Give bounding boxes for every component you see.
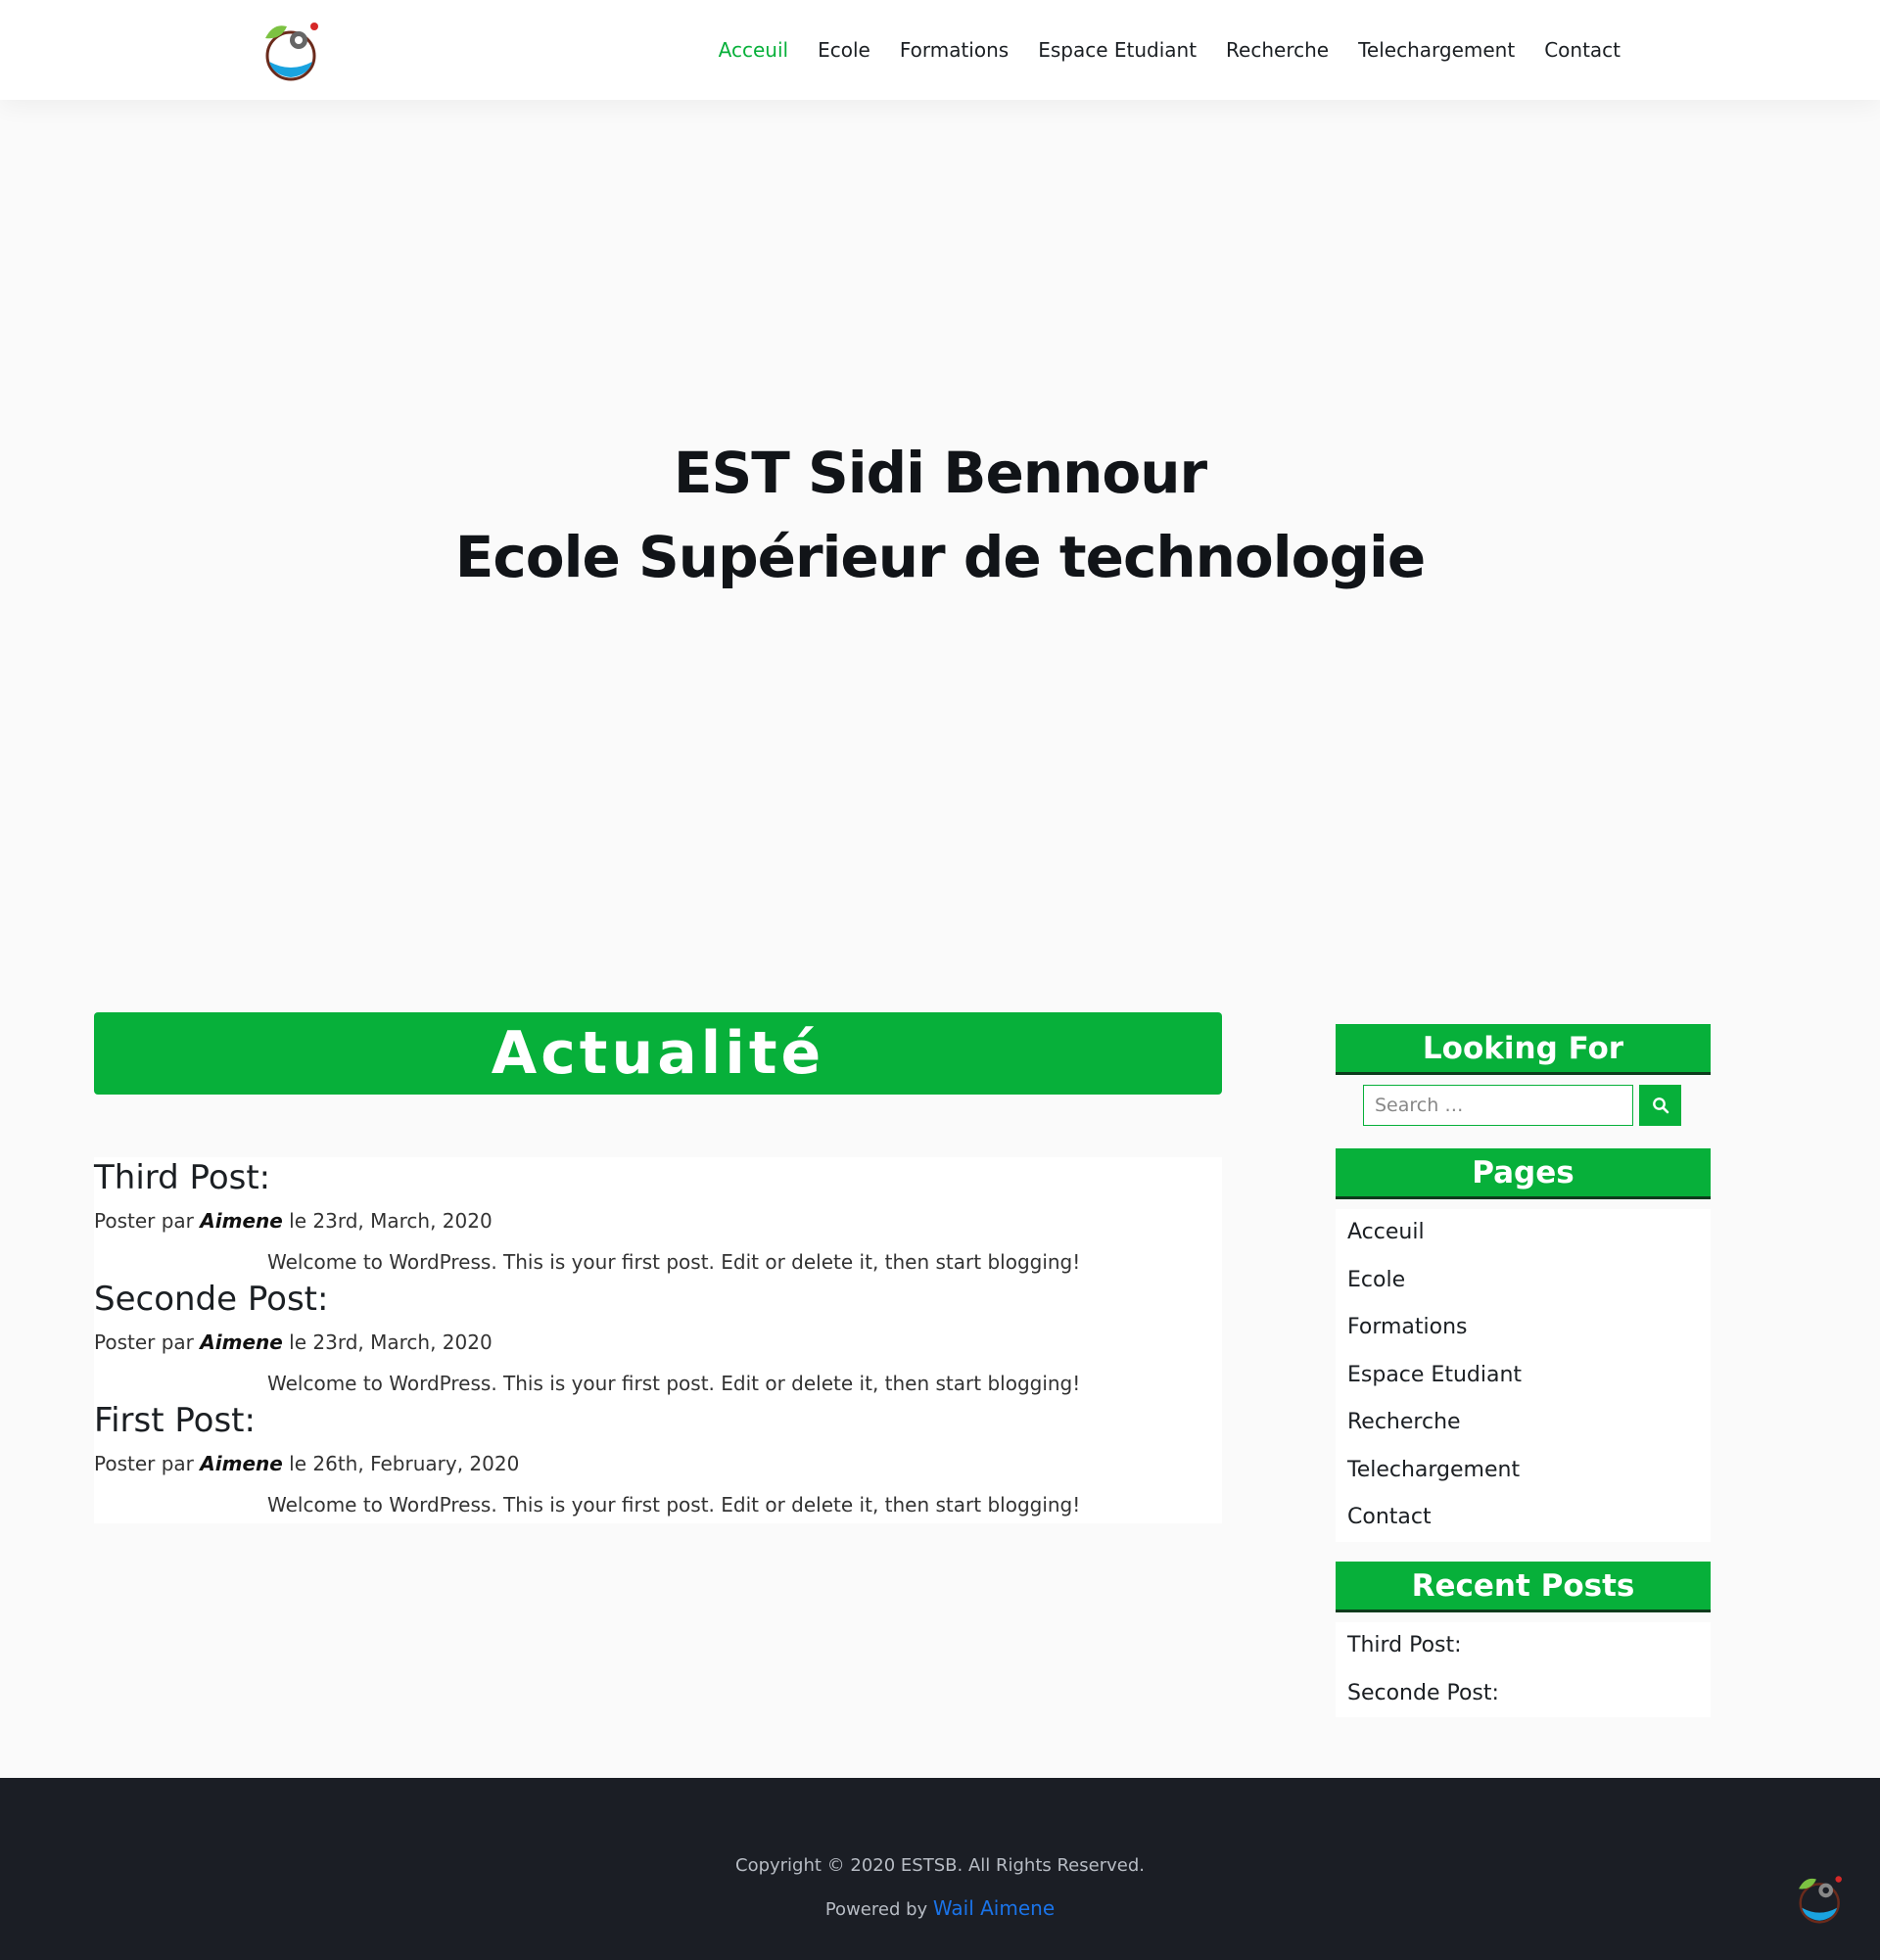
search-form <box>1363 1085 1681 1126</box>
news-banner-title: Actualité <box>491 1019 825 1088</box>
post-item: Third Post: Poster par Aimene le 23rd, M… <box>94 1157 1222 1279</box>
pages-item-formations[interactable]: Formations <box>1336 1304 1711 1352</box>
pages-list: Acceuil Ecole Formations Espace Etudiant… <box>1336 1209 1711 1542</box>
post-meta-prefix: Poster par <box>94 1209 194 1233</box>
pages-item-ecole[interactable]: Ecole <box>1336 1257 1711 1305</box>
nav-item-espace-etudiant[interactable]: Espace Etudiant <box>1038 38 1197 62</box>
pages-widget-title: Pages <box>1336 1148 1711 1199</box>
post-item: First Post: Poster par Aimene le 26th, F… <box>94 1400 1222 1521</box>
pages-item-telechargement[interactable]: Telechargement <box>1336 1447 1711 1495</box>
post-date: le 23rd, March, 2020 <box>289 1330 493 1354</box>
post-author[interactable]: Aimene <box>200 1209 283 1233</box>
pages-item-contact[interactable]: Contact <box>1336 1494 1711 1542</box>
hero-title-line1: EST Sidi Bennour <box>673 440 1207 506</box>
post-excerpt: Welcome to WordPress. This is your first… <box>267 1372 1081 1395</box>
search-button[interactable] <box>1639 1085 1681 1126</box>
hero-title-line2: Ecole Supérieur de technologie <box>454 524 1426 590</box>
powered-by-link[interactable]: Wail Aimene <box>933 1896 1055 1920</box>
footer-logo[interactable] <box>1794 1873 1847 1924</box>
nav-item-recherche[interactable]: Recherche <box>1226 38 1329 62</box>
pages-item-espace-etudiant[interactable]: Espace Etudiant <box>1336 1352 1711 1400</box>
post-meta-prefix: Poster par <box>94 1330 194 1354</box>
search-widget-title: Looking For Something? <box>1336 1024 1711 1115</box>
post-excerpt: Welcome to WordPress. This is your first… <box>267 1493 1081 1517</box>
post-meta-prefix: Poster par <box>94 1452 194 1475</box>
post-meta: Poster par Aimene le 26th, February, 202… <box>94 1451 519 1476</box>
pages-item-acceuil[interactable]: Acceuil <box>1336 1209 1711 1257</box>
nav-item-formations[interactable]: Formations <box>900 38 1009 62</box>
post-author[interactable]: Aimene <box>200 1452 283 1475</box>
post-date: le 26th, February, 2020 <box>289 1452 520 1475</box>
nav-item-contact[interactable]: Contact <box>1544 38 1621 62</box>
post-title[interactable]: First Post: <box>94 1400 256 1441</box>
site-footer: Copyright © 2020 ESTSB. All Rights Reser… <box>0 1778 1880 1960</box>
post-meta: Poster par Aimene le 23rd, March, 2020 <box>94 1208 493 1234</box>
footer-copyright: Copyright © 2020 ESTSB. All Rights Reser… <box>735 1855 1145 1876</box>
nav-item-acceuil[interactable]: Acceuil <box>719 38 788 62</box>
site-logo[interactable] <box>259 19 324 81</box>
recent-post-item[interactable]: Third Post: <box>1336 1622 1711 1670</box>
main-nav: Acceuil Ecole Formations Espace Etudiant… <box>719 0 1621 100</box>
recent-posts-widget-title: Recent Posts <box>1336 1562 1711 1612</box>
powered-by-label: Powered by <box>824 1899 928 1920</box>
post-author[interactable]: Aimene <box>200 1330 283 1354</box>
recent-post-item[interactable]: Seconde Post: <box>1336 1670 1711 1718</box>
search-icon <box>1652 1097 1668 1114</box>
hero-section: EST Sidi Bennour Ecole Supérieur de tech… <box>0 431 1880 599</box>
search-input[interactable] <box>1363 1085 1633 1126</box>
post-title[interactable]: Seconde Post: <box>94 1279 328 1320</box>
recent-posts-list: Third Post: Seconde Post: <box>1336 1622 1711 1717</box>
nav-item-telechargement[interactable]: Telechargement <box>1358 38 1515 62</box>
news-banner: Actualité <box>94 1012 1222 1095</box>
footer-powered-by: Powered by Wail Aimene <box>0 1896 1880 1922</box>
post-meta: Poster par Aimene le 23rd, March, 2020 <box>94 1330 493 1355</box>
post-list: Third Post: Poster par Aimene le 23rd, M… <box>94 1157 1222 1523</box>
nav-item-ecole[interactable]: Ecole <box>818 38 870 62</box>
post-date: le 23rd, March, 2020 <box>289 1209 493 1233</box>
post-item: Seconde Post: Poster par Aimene le 23rd,… <box>94 1279 1222 1400</box>
pages-item-recherche[interactable]: Recherche <box>1336 1399 1711 1447</box>
site-header: Acceuil Ecole Formations Espace Etudiant… <box>0 0 1880 100</box>
post-title[interactable]: Third Post: <box>94 1157 270 1198</box>
post-excerpt: Welcome to WordPress. This is your first… <box>267 1250 1081 1274</box>
